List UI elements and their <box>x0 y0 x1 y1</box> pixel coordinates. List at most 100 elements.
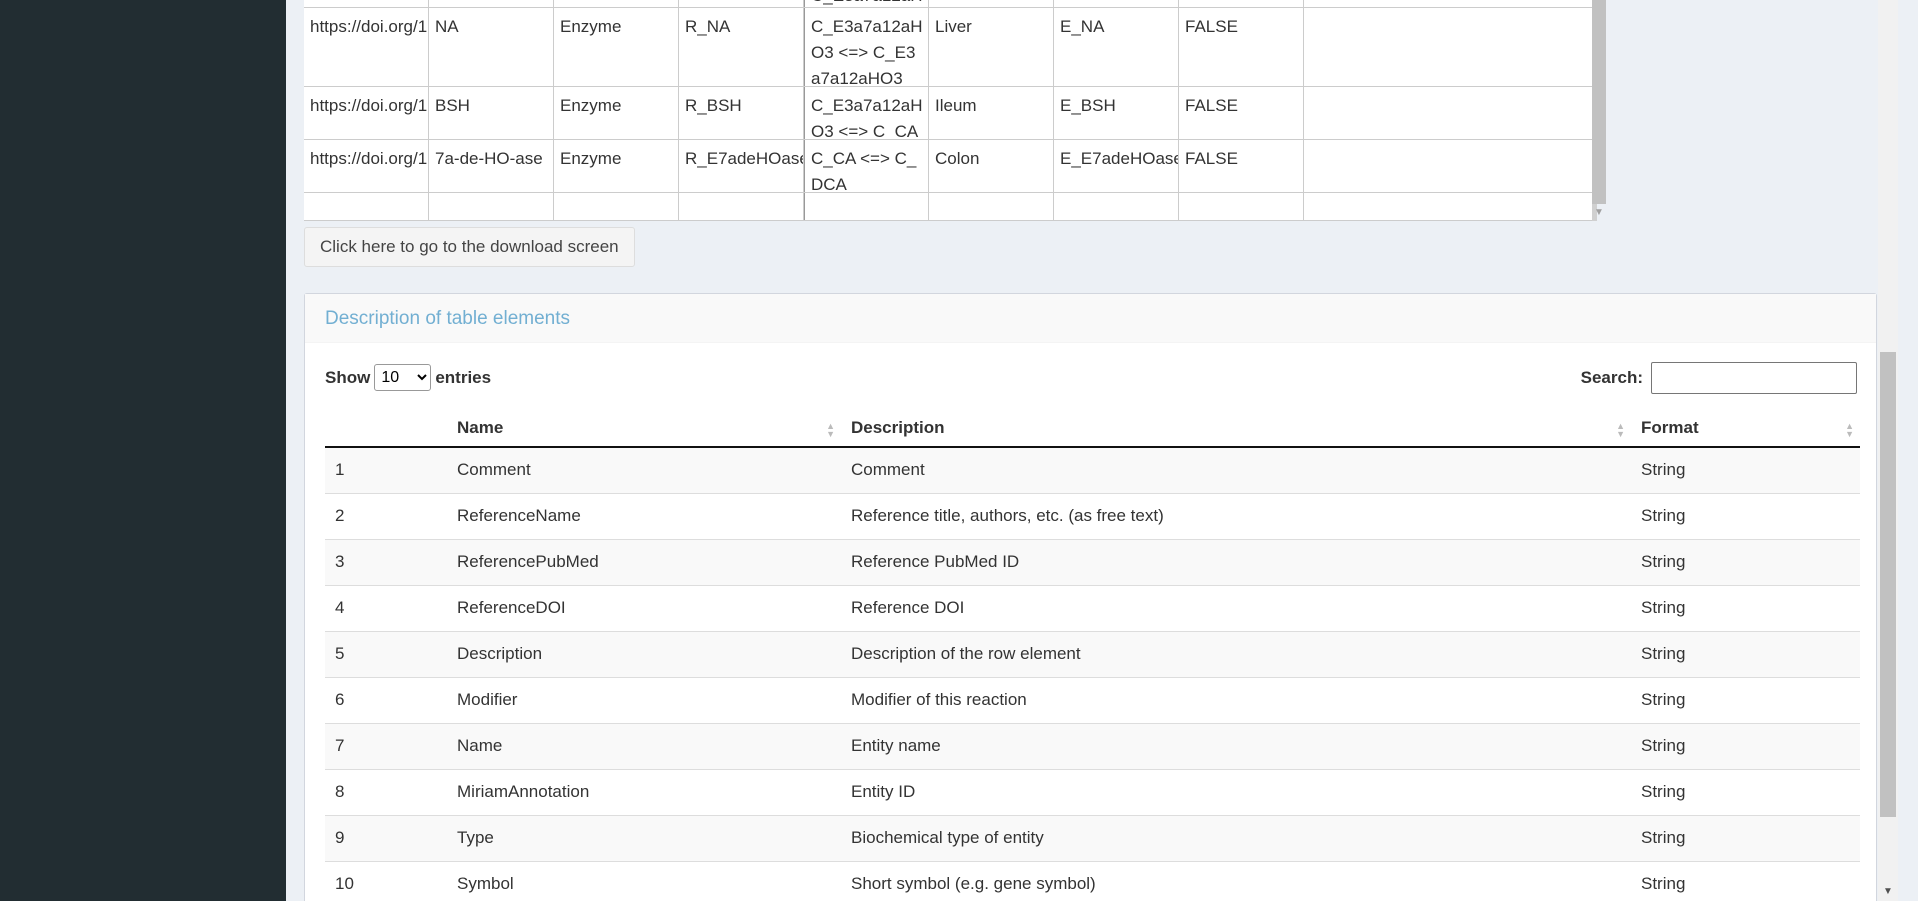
row-index: 7 <box>325 722 447 769</box>
grid-cell[interactable]: https://doi.org/1 <box>304 140 429 192</box>
grid-cell[interactable]: R_NA <box>679 8 804 86</box>
search-input[interactable] <box>1651 362 1857 394</box>
sort-both-icon: ▲ ▼ <box>826 421 835 439</box>
grid-row: https://doi.org/1 BSH Enzyme R_BSH C_E3a7a12… <box>304 87 1592 140</box>
grid-cell[interactable]: C_E3a7a12aHO3 <=> C_CA <box>804 87 929 139</box>
grid-cell[interactable] <box>304 0 429 7</box>
sidebar <box>0 0 286 901</box>
grid-cell[interactable] <box>1179 193 1304 220</box>
row-index: 4 <box>325 584 447 631</box>
grid-cell[interactable]: Enzyme <box>554 8 679 86</box>
grid-cell[interactable]: Enzyme <box>554 87 679 139</box>
sort-both-icon: ▲ ▼ <box>1845 421 1854 439</box>
grid-cell[interactable]: E_E7adeHOase <box>1054 140 1179 192</box>
table-row[interactable]: 7 Name Entity name String <box>325 722 1860 769</box>
row-format: String <box>1631 492 1860 539</box>
page-scrollbar-thumb[interactable] <box>1880 352 1896 817</box>
grid-row <box>304 193 1592 221</box>
row-index: 8 <box>325 768 447 815</box>
sort-both-icon: ▲ ▼ <box>1616 421 1625 439</box>
row-format: String <box>1631 676 1860 723</box>
grid-cell[interactable] <box>554 193 679 220</box>
grid-scrollbar-thumb[interactable] <box>1592 0 1606 204</box>
row-description: Reference DOI <box>841 584 1631 631</box>
entries-select[interactable]: 10 <box>374 364 432 391</box>
grid-cell[interactable]: C_CA <=> C_DCA <box>804 140 929 192</box>
column-header-index[interactable] <box>325 410 447 448</box>
grid-cell[interactable]: FALSE <box>1179 140 1304 192</box>
grid-cell[interactable]: https://doi.org/1 <box>304 87 429 139</box>
table-row[interactable]: 4 ReferenceDOI Reference DOI String <box>325 584 1860 631</box>
table-row[interactable]: 8 MiriamAnnotation Entity ID String <box>325 768 1860 815</box>
grid-cell[interactable]: Enzyme <box>554 140 679 192</box>
download-screen-button[interactable]: Click here to go to the download screen <box>304 227 635 267</box>
row-name: Name <box>447 722 841 769</box>
row-index: 3 <box>325 538 447 585</box>
grid-cell[interactable]: FALSE <box>1179 8 1304 86</box>
grid-cell[interactable] <box>679 0 804 7</box>
scroll-down-arrow-icon[interactable]: ▼ <box>1592 206 1606 220</box>
row-index: 2 <box>325 492 447 539</box>
description-box: Description of table elements Show 10 en… <box>304 293 1877 901</box>
row-format: String <box>1631 722 1860 769</box>
row-name: Comment <box>447 446 841 493</box>
table-row[interactable]: 2 ReferenceName Reference title, authors, … <box>325 492 1860 539</box>
grid-cell[interactable]: 7a-de-HO-ase <box>429 140 554 192</box>
upper-data-grid[interactable]: C_E3a7a12aHO3https://doi.org/1NAEnzymeR_… <box>304 0 1597 221</box>
table-row[interactable]: 1 Comment Comment String <box>325 446 1860 493</box>
grid-cell[interactable] <box>304 193 429 220</box>
table-row[interactable]: 3 ReferencePubMed Reference PubMed ID Strin… <box>325 538 1860 585</box>
row-description: Short symbol (e.g. gene symbol) <box>841 860 1631 901</box>
box-header: Description of table elements <box>305 294 1876 343</box>
grid-cell[interactable]: E_BSH <box>1054 87 1179 139</box>
grid-cell[interactable]: FALSE <box>1179 87 1304 139</box>
grid-cell[interactable]: C_E3a7a12aHO3 <=> C_E3a7a12aHO3 <box>804 8 929 86</box>
grid-cell[interactable] <box>554 0 679 7</box>
grid-cell[interactable] <box>429 193 554 220</box>
row-format: String <box>1631 814 1860 861</box>
grid-cell[interactable]: https://doi.org/1 <box>304 8 429 86</box>
row-index: 9 <box>325 814 447 861</box>
table-row[interactable]: 9 Type Biochemical type of entity String <box>325 814 1860 861</box>
grid-cell[interactable] <box>429 0 554 7</box>
grid-row: https://doi.org/1 7a-de-HO-ase Enzyme R_E7a… <box>304 140 1592 193</box>
grid-cell[interactable] <box>679 193 804 220</box>
grid-row: https://doi.org/1 NA Enzyme R_NA C_E3a7a12aH… <box>304 8 1592 87</box>
table-row[interactable]: 5 Description Description of the row eleme… <box>325 630 1860 677</box>
page-scroll-down-arrow-icon[interactable]: ▼ <box>1881 886 1895 898</box>
row-index: 1 <box>325 446 447 493</box>
row-description: Entity ID <box>841 768 1631 815</box>
grid-cell[interactable] <box>929 193 1054 220</box>
grid-cell[interactable]: Ileum <box>929 87 1054 139</box>
grid-cell[interactable]: NA <box>429 8 554 86</box>
column-header-description[interactable]: Description ▲ ▼ <box>841 410 1631 448</box>
table-row[interactable]: 10 Symbol Short symbol (e.g. gene symbol) S… <box>325 860 1860 901</box>
grid-cell[interactable]: R_BSH <box>679 87 804 139</box>
grid-cell[interactable]: R_E7adeHOase <box>679 140 804 192</box>
row-name: Description <box>447 630 841 677</box>
grid-cell[interactable] <box>1054 0 1179 7</box>
row-description: Reference PubMed ID <box>841 538 1631 585</box>
row-format: String <box>1631 630 1860 677</box>
column-header-name[interactable]: Name ▲ ▼ <box>447 410 841 448</box>
row-format: String <box>1631 538 1860 585</box>
table-row[interactable]: 6 Modifier Modifier of this reaction String <box>325 676 1860 723</box>
grid-cell[interactable] <box>1179 0 1304 7</box>
row-description: Comment <box>841 446 1631 493</box>
grid-cell[interactable] <box>929 0 1054 7</box>
row-description: Modifier of this reaction <box>841 676 1631 723</box>
box-title: Description of table elements <box>325 308 571 329</box>
row-description: Entity name <box>841 722 1631 769</box>
entries-length-control: Show 10 entries <box>325 364 491 391</box>
row-index: 6 <box>325 676 447 723</box>
grid-cell[interactable]: E_NA <box>1054 8 1179 86</box>
grid-cell[interactable] <box>804 193 929 220</box>
grid-cell[interactable]: BSH <box>429 87 554 139</box>
column-header-format[interactable]: Format ▲ ▼ <box>1631 410 1860 448</box>
grid-cell[interactable]: C_E3a7a12aHO3 <box>804 0 929 7</box>
row-name: Symbol <box>447 860 841 901</box>
grid-cell[interactable]: Colon <box>929 140 1054 192</box>
grid-cell[interactable]: Liver <box>929 8 1054 86</box>
grid-cell[interactable] <box>1054 193 1179 220</box>
row-name: Type <box>447 814 841 861</box>
